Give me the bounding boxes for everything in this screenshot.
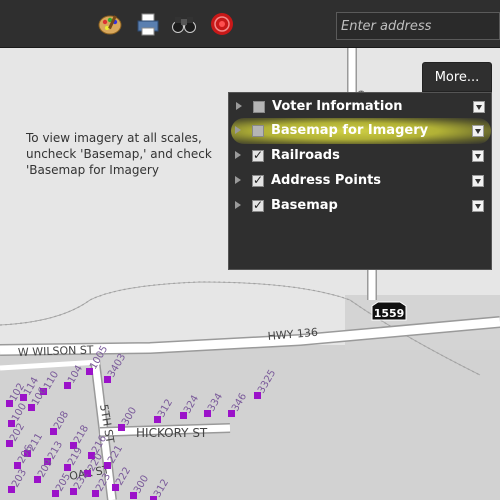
layer-checkbox[interactable] (252, 148, 264, 162)
expand-arrow-icon[interactable] (235, 126, 241, 134)
layer-item-basemap-for-imagery[interactable]: Basemap for Imagery (228, 120, 490, 142)
street-label-wilson: W WILSON ST (18, 343, 94, 359)
layer-list-rows: Basemap for Imagery Railroads Address Po… (228, 92, 492, 270)
layer-checkbox[interactable] (252, 198, 264, 212)
street-label-hickory: HICKORY ST (136, 426, 208, 440)
layer-checkbox[interactable] (252, 173, 264, 187)
layer-label: Basemap for Imagery (271, 123, 429, 138)
layer-checkbox[interactable] (252, 125, 264, 137)
layer-label: Railroads (271, 148, 340, 163)
more-button[interactable]: More... (422, 62, 492, 92)
layer-options-dropdown-icon[interactable] (472, 175, 484, 187)
layer-label: Basemap (271, 198, 338, 213)
layer-item-address-points[interactable]: Address Points (228, 170, 490, 192)
target-icon[interactable] (208, 10, 236, 38)
map-application: 6 W WILSON ST HWY 136 HICKORY ST 5TH ST … (0, 0, 500, 500)
layer-options-dropdown-icon[interactable] (472, 125, 484, 137)
highway-shield: 1559 (371, 301, 407, 321)
address-search-input[interactable] (336, 12, 500, 40)
toolbar (0, 0, 500, 48)
printer-icon[interactable] (134, 10, 162, 38)
expand-arrow-icon[interactable] (235, 201, 241, 209)
layer-item-basemap[interactable]: Basemap (228, 195, 490, 217)
expand-arrow-icon[interactable] (235, 176, 241, 184)
layer-item-railroads[interactable]: Railroads (228, 145, 490, 167)
expand-arrow-icon[interactable] (235, 151, 241, 159)
imagery-instruction-text: To view imagery at all scales, uncheck '… (26, 131, 212, 177)
palette-icon[interactable] (96, 10, 124, 38)
layer-options-dropdown-icon[interactable] (472, 200, 484, 212)
svg-text:1559: 1559 (374, 307, 405, 320)
layer-options-dropdown-icon[interactable] (472, 150, 484, 162)
binoculars-icon[interactable] (170, 10, 198, 38)
layer-label: Address Points (271, 173, 382, 188)
